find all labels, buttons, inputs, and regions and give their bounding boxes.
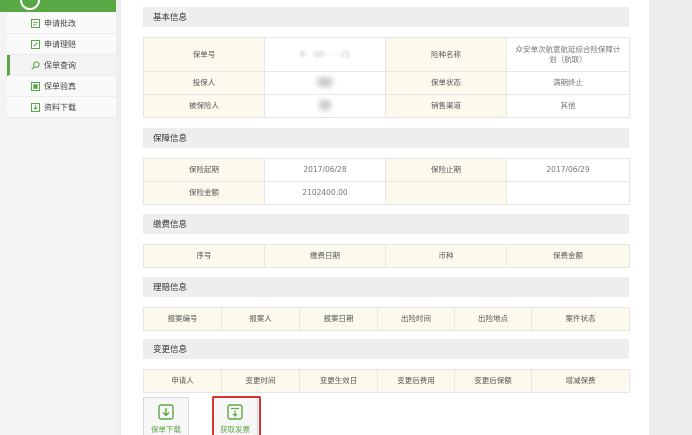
table-row: 保险金额 2102400.00	[143, 181, 630, 205]
column-header: 变更后费用	[377, 369, 455, 393]
policy-no-value: 8·· ·00·· ····25	[264, 37, 386, 72]
empty-cell	[506, 181, 630, 205]
applicant-value	[264, 71, 386, 95]
download-icon	[31, 103, 40, 112]
table-row: 投保人 保单状态 满期终止	[143, 71, 630, 95]
section-payment-info: 缴费信息	[143, 214, 629, 234]
download-icon	[158, 404, 174, 420]
section-change-info: 变更信息	[143, 339, 629, 359]
start-date-label: 保险起期	[143, 158, 265, 182]
column-header: 出险时间	[377, 307, 455, 331]
page-background-right	[649, 0, 692, 435]
product-name-label: 险种名称	[385, 37, 507, 72]
sum-insured-label: 保险金额	[143, 181, 265, 205]
sidebar-item-endorsement[interactable]: 申请批改	[7, 13, 116, 34]
policy-detail-panel: 基本信息 保单号 8·· ·00·· ····25 险种名称 众安单次航意航延综…	[121, 0, 649, 435]
product-name-value: 众安单次航意航延综合险保障计划（航联）	[506, 37, 630, 72]
shield-icon	[20, 0, 40, 10]
table-row: 被保险人 销售渠道 其他	[143, 94, 630, 118]
edit-icon	[31, 19, 40, 28]
column-header: 序号	[143, 244, 265, 268]
end-date-value: 2017/06/29	[506, 158, 630, 182]
policy-no-text: 8·· ·00·· ····25	[299, 49, 351, 59]
column-header: 缴费日期	[264, 244, 386, 268]
sidebar-item-claim[interactable]: 申请理赔	[7, 34, 116, 55]
verify-icon	[31, 82, 40, 91]
sum-insured-value: 2102400.00	[264, 181, 386, 205]
sidebar-item-policy-query[interactable]: 保单查询	[7, 55, 116, 76]
column-header: 案件状态	[531, 307, 630, 331]
download-policy-label: 保单下载	[151, 425, 181, 434]
sidebar-header	[0, 0, 116, 12]
table-row: 保单号 8·· ·00·· ····25 险种名称 众安单次航意航延综合险保障计…	[143, 37, 630, 72]
insured-value	[264, 94, 386, 118]
empty-cell	[385, 181, 507, 205]
column-header: 报案日期	[299, 307, 378, 331]
sales-channel-value: 其他	[506, 94, 630, 118]
applicant-label: 投保人	[143, 71, 265, 95]
sidebar-item-label: 资料下载	[44, 102, 76, 112]
table-header-row: 报案编号 报案人 报案日期 出险时间 出险地点 案件状态	[143, 307, 630, 331]
policy-status-value: 满期终止	[506, 71, 630, 95]
payment-table: 序号 缴费日期 币种 保费金额	[143, 244, 630, 268]
section-claims-info: 理赔信息	[143, 277, 629, 297]
table-row: 保险起期 2017/06/28 保险止期 2017/06/29	[143, 158, 630, 182]
changes-table: 申请人 变更时间 变更生效日 变更后费用 变更后保额 增减保费	[143, 369, 630, 393]
section-basic-info: 基本信息	[143, 7, 629, 27]
column-header: 币种	[385, 244, 507, 268]
table-header-row: 序号 缴费日期 币种 保费金额	[143, 244, 630, 268]
invoice-highlight-box	[212, 396, 261, 435]
column-header: 申请人	[143, 369, 222, 393]
download-policy-button[interactable]: 保单下载	[143, 397, 189, 435]
search-icon	[31, 61, 40, 70]
column-header: 变更后保额	[454, 369, 532, 393]
sales-channel-label: 销售渠道	[385, 94, 507, 118]
sidebar-item-label: 保单验真	[44, 81, 76, 91]
column-header: 报案编号	[143, 307, 222, 331]
claim-icon	[31, 40, 40, 49]
coverage-table: 保险起期 2017/06/28 保险止期 2017/06/29 保险金额 210…	[143, 158, 630, 205]
sidebar-item-label: 申请理赔	[44, 39, 76, 49]
column-header: 增减保费	[531, 369, 630, 393]
start-date-value: 2017/06/28	[264, 158, 386, 182]
basic-info-table: 保单号 8·· ·00·· ····25 险种名称 众安单次航意航延综合险保障计…	[143, 37, 630, 118]
sidebar-item-label: 保单查询	[44, 60, 76, 70]
redacted-insured	[318, 98, 332, 111]
policy-status-label: 保单状态	[385, 71, 507, 95]
insured-label: 被保险人	[143, 94, 265, 118]
column-header: 保费金额	[506, 244, 630, 268]
policy-no-label: 保单号	[143, 37, 265, 72]
redacted-applicant	[316, 75, 334, 88]
sidebar-item-verify[interactable]: 保单验真	[7, 76, 116, 97]
table-header-row: 申请人 变更时间 变更生效日 变更后费用 变更后保额 增减保费	[143, 369, 630, 393]
claims-table: 报案编号 报案人 报案日期 出险时间 出险地点 案件状态	[143, 307, 630, 331]
end-date-label: 保险止期	[385, 158, 507, 182]
column-header: 出险地点	[454, 307, 532, 331]
section-coverage-info: 保障信息	[143, 128, 629, 148]
column-header: 变更时间	[221, 369, 300, 393]
column-header: 报案人	[221, 307, 300, 331]
sidebar-item-download[interactable]: 资料下载	[7, 97, 116, 118]
sidebar: 申请批改 申请理赔 保单查询 保单验真 资料下载	[0, 0, 116, 435]
sidebar-item-label: 申请批改	[44, 18, 76, 28]
column-header: 变更生效日	[299, 369, 378, 393]
sidebar-nav: 申请批改 申请理赔 保单查询 保单验真 资料下载	[7, 13, 116, 118]
